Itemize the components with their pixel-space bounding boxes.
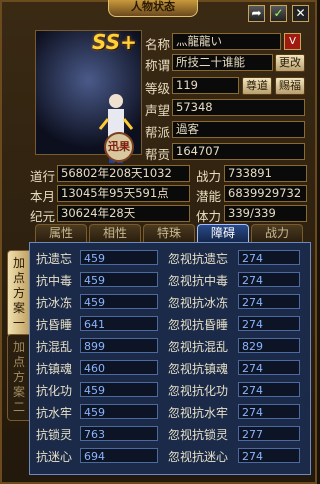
ignore-resist-label: 忽视抗镇魂 xyxy=(168,362,229,376)
power-field: 733891 xyxy=(224,165,307,182)
ignore-resist-label: 忽视抗混乱 xyxy=(168,340,229,354)
rank-badge: SS+ xyxy=(92,30,137,54)
ignore-resist-value: 277 xyxy=(238,426,300,441)
resist-label: 抗混乱 xyxy=(36,340,73,354)
resist-row: 抗迷心 694 忽视抗迷心 274 xyxy=(30,448,310,469)
check-icon[interactable]: ✓ xyxy=(270,5,287,22)
name-label: 名称 xyxy=(145,37,171,52)
resist-row: 抗混乱 899 忽视抗混乱 829 xyxy=(30,338,310,359)
ignore-resist-value: 274 xyxy=(238,360,300,375)
seal-icon[interactable]: 迅果 xyxy=(104,132,134,162)
tab-obstacle[interactable]: 障碍 xyxy=(197,224,249,242)
tab-affinity[interactable]: 相性 xyxy=(89,224,141,242)
resist-value: 694 xyxy=(80,448,158,463)
ignore-resist-label: 忽视抗锁灵 xyxy=(168,428,229,442)
daoxing-label: 道行 xyxy=(30,169,56,184)
resist-label: 抗遗忘 xyxy=(36,252,73,266)
ignore-resist-value: 829 xyxy=(238,338,300,353)
contribution-label: 帮贡 xyxy=(145,147,171,162)
ignore-resist-value: 274 xyxy=(238,316,300,331)
resist-row: 抗遗忘 459 忽视抗遗忘 274 xyxy=(30,250,310,271)
close-icon[interactable]: ✕ xyxy=(292,5,309,22)
era-field: 30624年28天 xyxy=(57,205,190,222)
resist-label: 抗迷心 xyxy=(36,450,73,464)
tab-combat-power[interactable]: 战力 xyxy=(251,224,303,242)
power-label: 战力 xyxy=(196,169,222,184)
ignore-resist-label: 忽视抗冰冻 xyxy=(168,296,229,310)
resist-value: 459 xyxy=(80,250,158,265)
potential-field: 6839929732 xyxy=(224,185,307,202)
resist-label: 抗昏睡 xyxy=(36,318,73,332)
contribution-field: 164707 xyxy=(172,143,305,160)
ignore-resist-label: 忽视抗化功 xyxy=(168,384,229,398)
resist-label: 抗中毒 xyxy=(36,274,73,288)
ignore-resist-label: 忽视抗昏睡 xyxy=(168,318,229,332)
resist-value: 459 xyxy=(80,404,158,419)
resist-label: 抗镇魂 xyxy=(36,362,73,376)
ignore-resist-label: 忽视抗遗忘 xyxy=(168,252,229,266)
stamina-field: 339/339 xyxy=(224,205,307,222)
resist-label: 抗冰冻 xyxy=(36,296,73,310)
resist-row: 抗昏睡 641 忽视抗昏睡 274 xyxy=(30,316,310,337)
name-field: 灬龍龍い xyxy=(172,33,281,50)
resist-value: 459 xyxy=(80,294,158,309)
side-tab-plan-one-label: 加点方案一 xyxy=(12,256,25,330)
blessing-button[interactable]: 赐福 xyxy=(275,77,305,95)
month-field: 13045年95天591点 xyxy=(57,185,190,202)
resist-value: 459 xyxy=(80,272,158,287)
title-field: 所技二十谁能 xyxy=(172,54,273,71)
month-label: 本月 xyxy=(30,189,56,204)
ignore-resist-value: 274 xyxy=(238,272,300,287)
level-label: 等级 xyxy=(145,81,171,96)
daoxing-field: 56802年208天1032 xyxy=(57,165,190,182)
tab-special[interactable]: 特珠 xyxy=(143,224,195,242)
level-field: 119 xyxy=(172,77,239,94)
side-tab-plan-two-label: 加点方案二 xyxy=(12,340,25,414)
sect-field: 過客 xyxy=(172,121,305,138)
resist-value: 460 xyxy=(80,360,158,375)
ignore-resist-value: 274 xyxy=(238,404,300,419)
resist-label: 抗水牢 xyxy=(36,406,73,420)
obstacle-panel: 抗遗忘 459 忽视抗遗忘 274 抗中毒 459 忽视抗中毒 274 抗冰冻 … xyxy=(29,242,311,475)
side-tab-plan-one[interactable]: 加点方案一 xyxy=(7,250,31,337)
sect-label: 帮派 xyxy=(145,125,171,140)
tab-bar: 属性 相性 特珠 障碍 战力 xyxy=(35,224,311,242)
resist-row: 抗锁灵 763 忽视抗锁灵 277 xyxy=(30,426,310,447)
ignore-resist-value: 274 xyxy=(238,382,300,397)
resist-row: 抗镇魂 460 忽视抗镇魂 274 xyxy=(30,360,310,381)
resist-row: 抗中毒 459 忽视抗中毒 274 xyxy=(30,272,310,293)
resist-label: 抗化功 xyxy=(36,384,73,398)
share-icon[interactable]: ➦ xyxy=(248,5,265,22)
ignore-resist-value: 274 xyxy=(238,448,300,463)
resist-value: 899 xyxy=(80,338,158,353)
potential-label: 潜能 xyxy=(196,189,222,204)
title-label: 称谓 xyxy=(145,58,171,73)
change-title-button[interactable]: 更改 xyxy=(275,54,305,72)
side-tab-plan-two[interactable]: 加点方案二 xyxy=(7,334,31,421)
resist-value: 641 xyxy=(80,316,158,331)
ignore-resist-label: 忽视抗水牢 xyxy=(168,406,229,420)
prestige-field: 57348 xyxy=(172,99,305,116)
era-label: 纪元 xyxy=(30,209,56,224)
resist-label: 抗锁灵 xyxy=(36,428,73,442)
ignore-resist-label: 忽视抗迷心 xyxy=(168,450,229,464)
tab-attributes[interactable]: 属性 xyxy=(35,224,87,242)
resist-row: 抗水牢 459 忽视抗水牢 274 xyxy=(30,404,310,425)
resist-row: 抗化功 459 忽视抗化功 274 xyxy=(30,382,310,403)
ignore-resist-label: 忽视抗中毒 xyxy=(168,274,229,288)
stamina-label: 体力 xyxy=(196,209,222,224)
prestige-label: 声望 xyxy=(145,103,171,118)
ignore-resist-value: 274 xyxy=(238,294,300,309)
vip-icon[interactable]: V xyxy=(284,33,301,50)
resist-row: 抗冰冻 459 忽视抗冰冻 274 xyxy=(30,294,310,315)
ignore-resist-value: 274 xyxy=(238,250,300,265)
respect-button[interactable]: 尊道 xyxy=(242,77,272,95)
window-title: 人物状态 xyxy=(108,0,198,17)
resist-value: 763 xyxy=(80,426,158,441)
resist-value: 459 xyxy=(80,382,158,397)
